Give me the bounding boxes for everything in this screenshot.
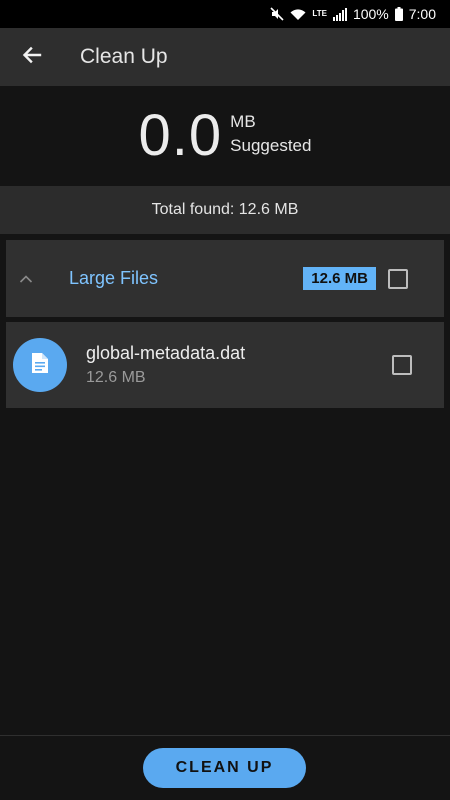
file-size: 12.6 MB xyxy=(86,368,146,386)
divider xyxy=(0,735,450,736)
group-header-large-files[interactable]: Large Files 12.6 MB xyxy=(6,240,444,317)
suggested-size-caption: MB Suggested xyxy=(230,110,311,158)
signal-icon xyxy=(332,7,347,21)
status-bar: LTE 100% 7:00 xyxy=(0,0,450,28)
file-avatar xyxy=(13,338,67,392)
total-found-text: Total found: 12.6 MB xyxy=(151,201,299,218)
chevron-up-icon[interactable] xyxy=(6,274,46,283)
wifi-icon xyxy=(290,8,306,21)
battery-percent: 100% xyxy=(352,6,389,22)
size-unit: MB xyxy=(230,112,256,131)
clean-up-button[interactable]: CLEAN UP xyxy=(143,748,306,788)
arrow-left-icon xyxy=(22,45,42,70)
back-button[interactable] xyxy=(2,28,62,86)
battery-icon xyxy=(394,7,403,21)
group-checkbox[interactable] xyxy=(388,268,408,289)
page-title: Clean Up xyxy=(80,45,168,68)
document-icon xyxy=(32,352,48,378)
suggested-size-value: 0.0 xyxy=(138,103,223,168)
group-title: Large Files xyxy=(69,268,159,288)
suggested-label: Suggested xyxy=(230,136,312,155)
file-item[interactable]: global-metadata.dat 12.6 MB xyxy=(6,322,444,408)
app-bar: Clean Up xyxy=(0,28,450,86)
total-found-bar: Total found: 12.6 MB xyxy=(0,186,450,234)
file-name: global-metadata.dat xyxy=(86,342,246,363)
group-size-badge: 12.6 MB xyxy=(303,267,376,290)
network-type: LTE xyxy=(312,9,327,18)
file-info: global-metadata.dat 12.6 MB xyxy=(86,341,392,390)
clock: 7:00 xyxy=(408,6,436,22)
mute-icon xyxy=(270,7,284,21)
summary-panel: 0.0 MB Suggested xyxy=(0,86,450,186)
file-checkbox[interactable] xyxy=(392,355,412,375)
